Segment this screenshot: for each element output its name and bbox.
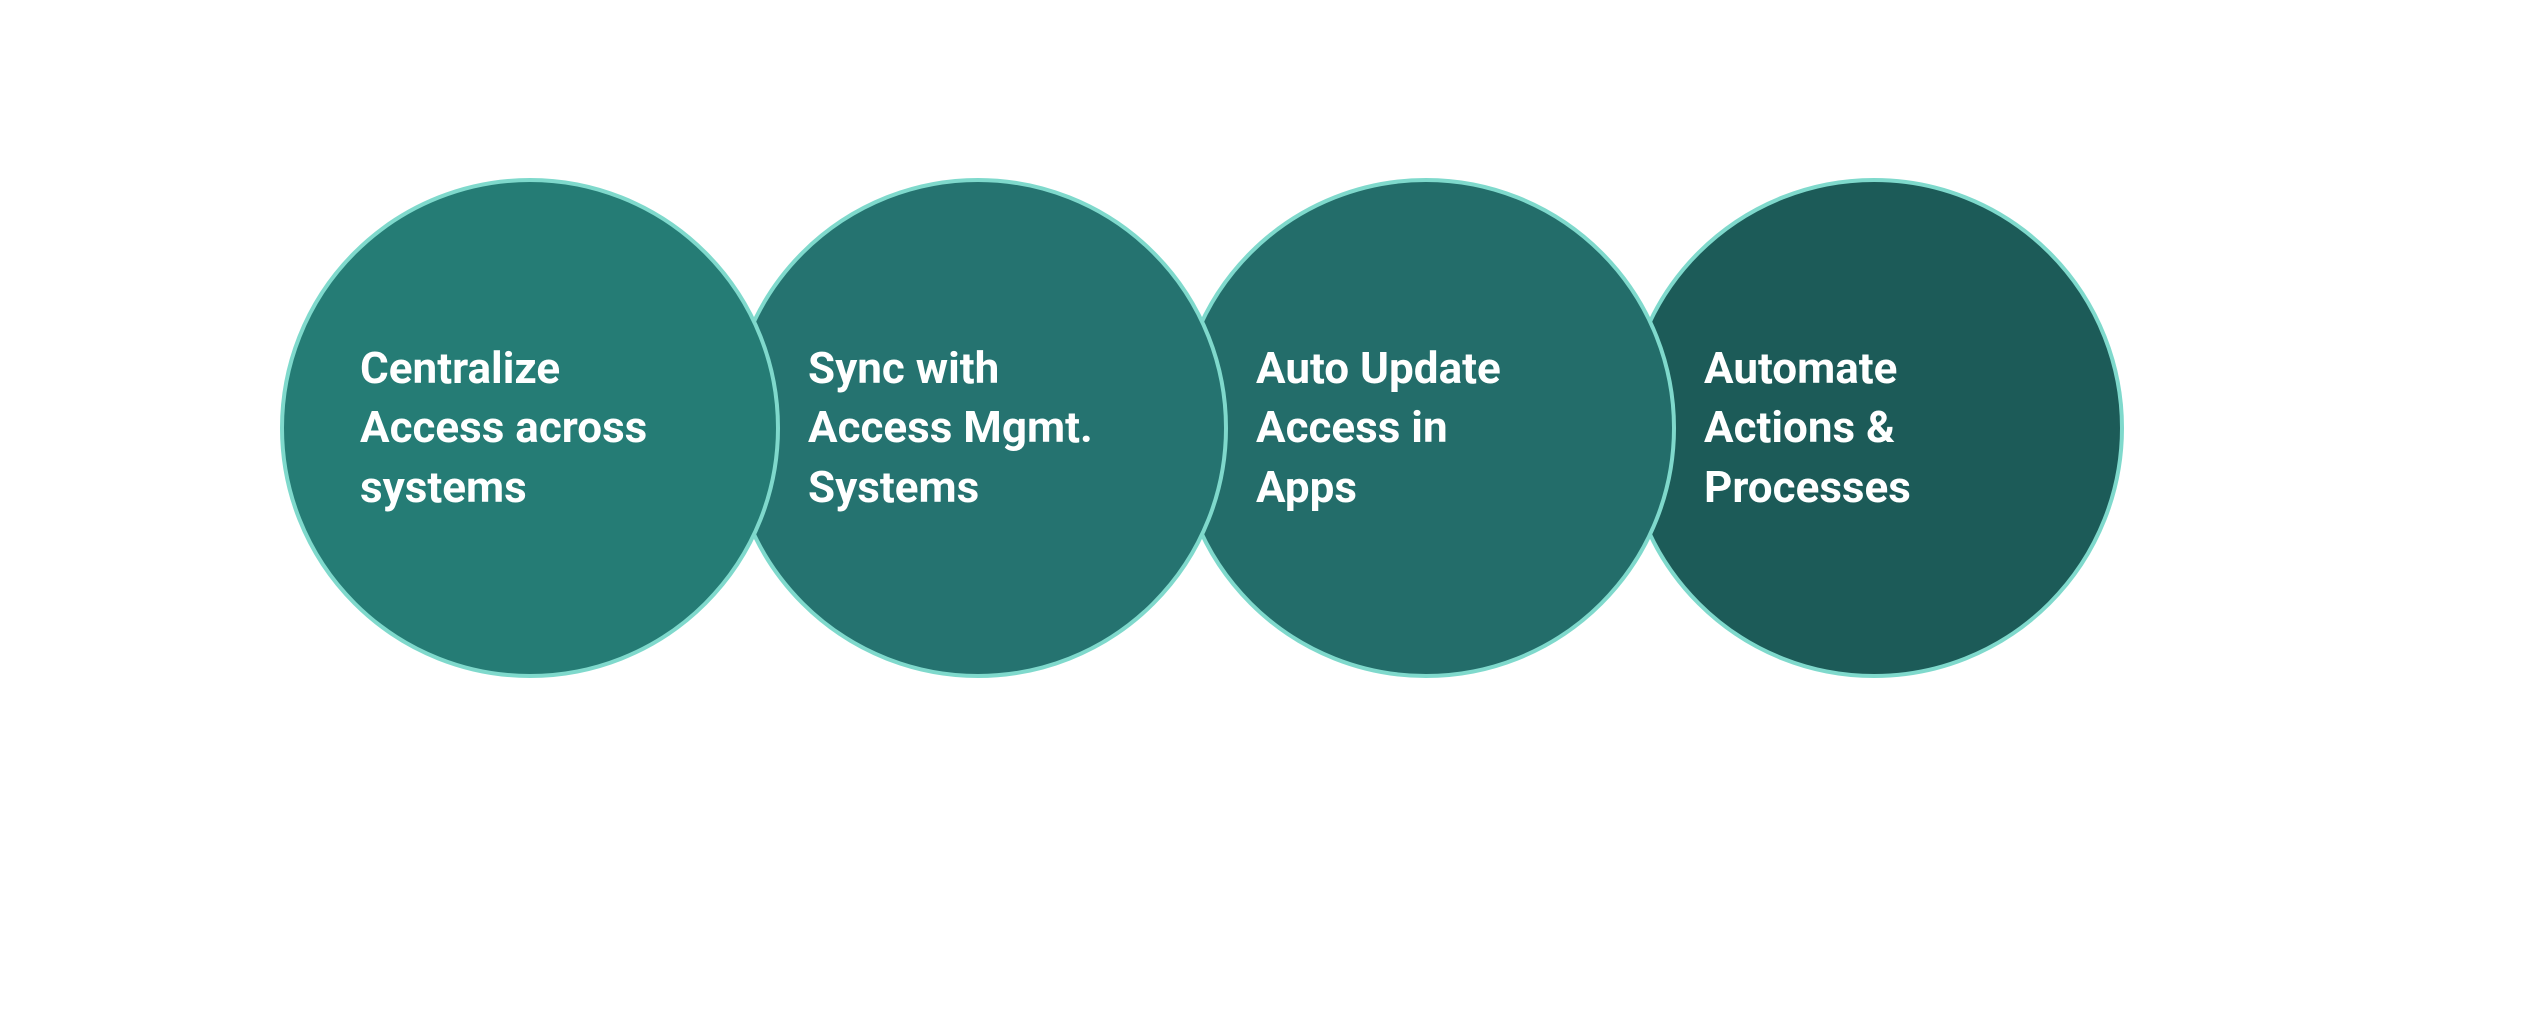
circle-label-1: Centralize Access across systems: [360, 339, 647, 517]
circle-step-4: Automate Actions & Processes: [1624, 178, 2124, 678]
circle-step-3: Auto Update Access in Apps: [1176, 178, 1676, 678]
circle-step-1: Centralize Access across systems: [280, 178, 780, 678]
circle-sequence-diagram: Centralize Access across systems Sync wi…: [280, 178, 2124, 678]
circle-label-3: Auto Update Access in Apps: [1256, 339, 1501, 517]
circle-label-4: Automate Actions & Processes: [1704, 339, 1911, 517]
circle-step-2: Sync with Access Mgmt. Systems: [728, 178, 1228, 678]
circle-label-2: Sync with Access Mgmt. Systems: [808, 339, 1093, 517]
